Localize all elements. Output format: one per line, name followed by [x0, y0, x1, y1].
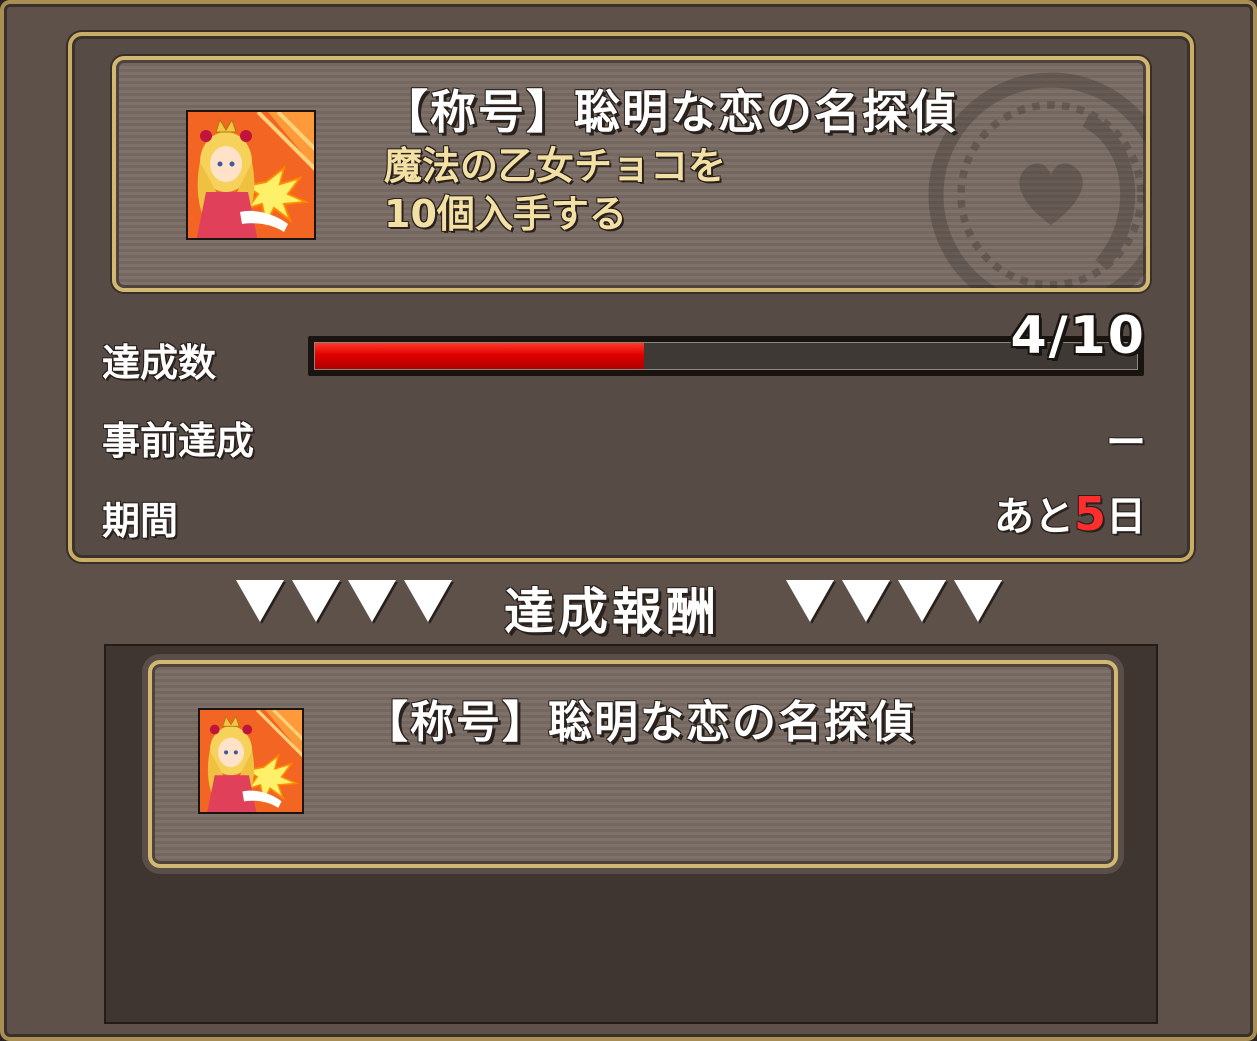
- progress-label: 達成数: [102, 341, 217, 385]
- down-triangle-icon: [292, 580, 340, 622]
- period-prefix: あと: [993, 494, 1074, 540]
- heart-emblem-icon: [928, 72, 1146, 288]
- reward-item[interactable]: 【称号】聡明な恋の名探偵: [148, 660, 1118, 868]
- mission-description-line: 10個入手する: [384, 192, 627, 236]
- down-triangle-icon: [404, 580, 452, 622]
- heroine-portrait-icon: [186, 110, 316, 240]
- period-days: 5: [1073, 487, 1106, 541]
- reward-list[interactable]: 【称号】聡明な恋の名探偵: [104, 644, 1158, 1024]
- down-triangle-icon: [786, 580, 834, 622]
- down-triangle-icon: [236, 580, 284, 622]
- progress-fill: [315, 343, 644, 369]
- period-suffix: 日: [1106, 494, 1146, 540]
- progress-count: 4/10: [1010, 306, 1146, 366]
- pre-achievement-value: ー: [1106, 420, 1146, 466]
- reward-header-left-arrows: [236, 580, 452, 622]
- mission-panel: 【称号】聡明な恋の名探偵 魔法の乙女チョコを 10個入手する 達成数 4/10 …: [68, 32, 1194, 562]
- reward-title: 【称号】聡明な恋の名探偵: [364, 697, 916, 748]
- heroine-portrait-icon: [198, 708, 304, 814]
- mission-detail-window: 【称号】聡明な恋の名探偵 魔法の乙女チョコを 10個入手する 達成数 4/10 …: [0, 0, 1257, 1041]
- mission-title: 【称号】聡明な恋の名探偵: [382, 85, 958, 139]
- down-triangle-icon: [842, 580, 890, 622]
- period-value: あと5日: [994, 484, 1146, 542]
- down-triangle-icon: [898, 580, 946, 622]
- mission-description: 魔法の乙女チョコを 10個入手する: [384, 142, 904, 238]
- reward-header-title: 達成報酬: [504, 583, 720, 641]
- reward-header-right-arrows: [786, 580, 1002, 622]
- reward-header: 達成報酬: [4, 570, 1253, 641]
- mission-description-line: 魔法の乙女チョコを: [384, 144, 727, 188]
- pre-achievement-label: 事前達成: [102, 419, 255, 463]
- mission-card: 【称号】聡明な恋の名探偵 魔法の乙女チョコを 10個入手する: [112, 56, 1150, 292]
- down-triangle-icon: [348, 580, 396, 622]
- period-label: 期間: [102, 499, 179, 543]
- down-triangle-icon: [954, 580, 1002, 622]
